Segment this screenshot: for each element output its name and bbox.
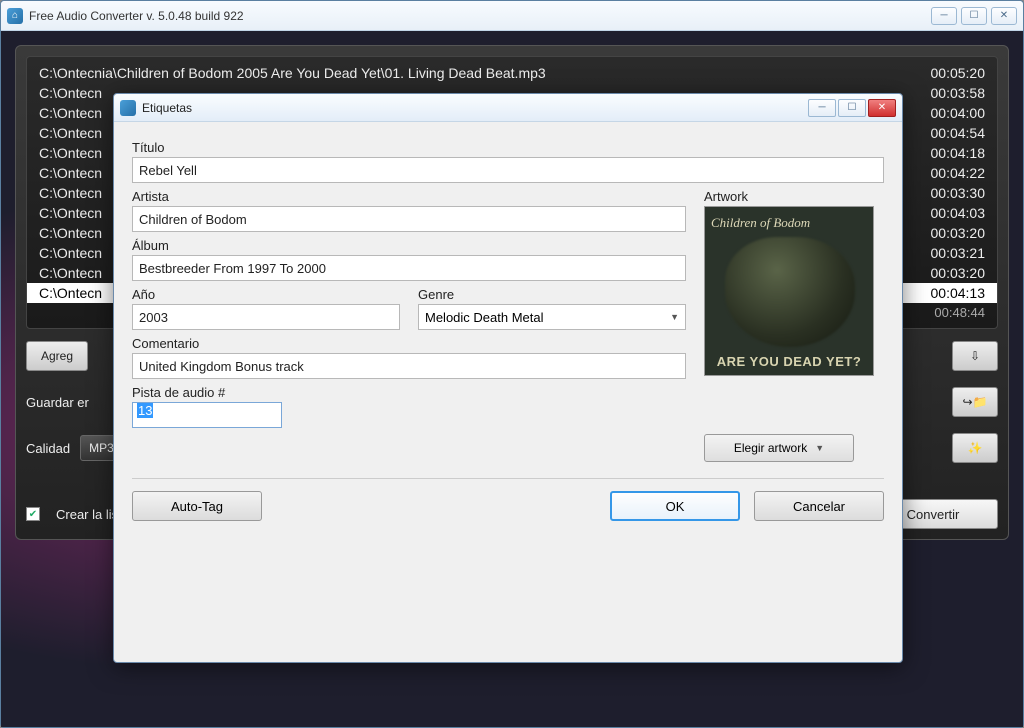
app-title: Free Audio Converter v. 5.0.48 build 922 — [29, 9, 931, 23]
choose-artwork-button[interactable]: Elegir artwork ▼ — [704, 434, 854, 462]
main-titlebar[interactable]: ⌂ Free Audio Converter v. 5.0.48 build 9… — [1, 1, 1023, 31]
minimize-button[interactable]: ─ — [931, 7, 957, 25]
app-icon: ⌂ — [7, 8, 23, 24]
album-input[interactable] — [132, 255, 686, 281]
artwork-image — [725, 237, 855, 347]
genre-select[interactable]: Melodic Death Metal ▼ — [418, 304, 686, 330]
settings-wand-button[interactable]: ✨ — [952, 433, 998, 463]
track-row[interactable]: C:\Ontecnia\Children of Bodom 2005 Are Y… — [27, 63, 997, 83]
dialog-button-row: Auto-Tag OK Cancelar — [132, 491, 884, 521]
chevron-down-icon: ▼ — [815, 443, 824, 453]
ok-button[interactable]: OK — [610, 491, 740, 521]
artwork-caption: ARE YOU DEAD YET? — [705, 354, 873, 369]
dialog-minimize-button[interactable]: ─ — [808, 99, 836, 117]
save-to-label: Guardar er — [26, 395, 89, 410]
comment-label: Comentario — [132, 336, 686, 351]
add-files-button[interactable]: Agreg — [26, 341, 88, 371]
playlist-checkbox[interactable]: ✔ — [26, 507, 40, 521]
dialog-titlebar[interactable]: Etiquetas ─ ☐ ✕ — [114, 94, 902, 122]
artwork-band-text: Children of Bodom — [711, 215, 810, 231]
title-label: Título — [132, 140, 884, 155]
artist-label: Artista — [132, 189, 686, 204]
quality-label: Calidad — [26, 441, 70, 456]
track-number-input[interactable]: 13 — [132, 402, 282, 428]
window-controls: ─ ☐ ✕ — [931, 7, 1017, 25]
cancel-button[interactable]: Cancelar — [754, 491, 884, 521]
tags-dialog: Etiquetas ─ ☐ ✕ Título Artista Álbum Año — [113, 93, 903, 663]
album-label: Álbum — [132, 238, 686, 253]
year-label: Año — [132, 287, 400, 302]
separator — [132, 478, 884, 479]
dialog-title: Etiquetas — [142, 101, 808, 115]
comment-input[interactable] — [132, 353, 686, 379]
genre-label: Genre — [418, 287, 686, 302]
browse-folder-button[interactable]: ↪📁 — [952, 387, 998, 417]
artwork-label: Artwork — [704, 189, 884, 204]
dialog-maximize-button[interactable]: ☐ — [838, 99, 866, 117]
move-down-button[interactable]: ⇩ — [952, 341, 998, 371]
auto-tag-button[interactable]: Auto-Tag — [132, 491, 262, 521]
artist-input[interactable] — [132, 206, 686, 232]
maximize-button[interactable]: ☐ — [961, 7, 987, 25]
dialog-close-button[interactable]: ✕ — [868, 99, 896, 117]
close-button[interactable]: ✕ — [991, 7, 1017, 25]
artwork-preview[interactable]: Children of Bodom ARE YOU DEAD YET? — [704, 206, 874, 376]
title-input[interactable] — [132, 157, 884, 183]
dialog-icon — [120, 100, 136, 116]
year-input[interactable] — [132, 304, 400, 330]
track-label: Pista de audio # — [132, 385, 686, 400]
chevron-down-icon: ▼ — [670, 312, 679, 322]
dialog-body: Título Artista Álbum Año Genre Melodic D — [114, 122, 902, 533]
genre-value: Melodic Death Metal — [425, 310, 544, 325]
dialog-window-controls: ─ ☐ ✕ — [808, 99, 896, 117]
